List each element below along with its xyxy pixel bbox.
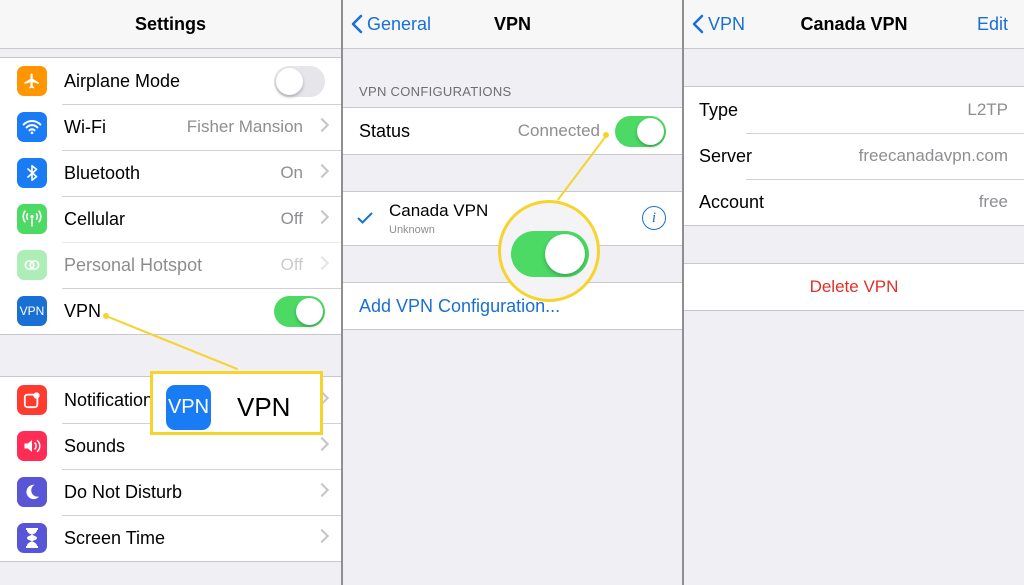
settings-item-cellular[interactable]: Cellular Off [0,196,341,242]
wifi-icon [17,112,47,142]
vpn-detail-panel: VPN Canada VPN Edit Type L2TP Server fre… [684,0,1024,585]
settings-item-wifi[interactable]: Wi-Fi Fisher Mansion [0,104,341,150]
status-value: Connected [517,121,600,140]
cellular-value: Off [280,209,303,228]
vpn-config-name: Canada VPN [389,201,489,220]
delete-vpn-group: Delete VPN [684,263,1024,311]
callout-vpn-label: VPN [237,392,291,422]
detail-label: Type [699,100,739,120]
edit-button[interactable]: Edit [977,0,1008,48]
vpn-status-toggle[interactable] [615,116,666,147]
add-configuration-group: Add VPN Configuration... [343,282,682,330]
settings-item-label: Bluetooth [64,163,141,183]
vpn-panel: General VPN VPN CONFIGURATIONS Status Co… [343,0,682,585]
settings-group-connectivity: Airplane Mode Wi-Fi Fisher Mansion Bluet… [0,57,341,335]
notifications-icon [17,385,47,415]
bluetooth-value: On [280,163,303,182]
vpn-status-toggle-magnified [511,231,589,277]
sounds-icon [17,431,47,461]
vpn-icon: VPN [166,385,211,430]
settings-item-bluetooth[interactable]: Bluetooth On [0,150,341,196]
chevron-right-icon [314,255,330,271]
settings-item-label: Notifications [64,390,163,410]
delete-vpn-button[interactable]: Delete VPN [684,264,1024,310]
settings-item-label: Do Not Disturb [64,482,183,502]
vpn-detail-group: Type L2TP Server freecanadavpn.com Accou… [684,86,1024,226]
settings-panel: Settings Airplane Mode Wi-Fi Fisher Mans… [0,0,341,585]
callout-toggle-zoom [498,200,600,302]
section-header: VPN CONFIGURATIONS [359,84,512,99]
settings-item-label: Cellular [64,209,126,229]
page-title: Settings [134,14,206,34]
page-title: Canada VPN [800,14,908,34]
settings-item-label: Airplane Mode [64,71,181,91]
settings-navbar: Settings [0,0,341,49]
chevron-right-icon [314,163,330,179]
airplane-icon [17,66,47,96]
detail-label: Server [699,146,753,166]
vpn-icon: VPN [17,296,47,326]
hourglass-icon [17,523,47,553]
settings-item-label: VPN [64,301,102,321]
detail-value: free [978,192,1008,211]
checkmark-icon [357,212,373,224]
wifi-network-value: Fisher Mansion [186,117,303,136]
settings-item-label: Sounds [64,436,126,456]
settings-item-do-not-disturb[interactable]: Do Not Disturb [0,469,341,515]
chevron-right-icon [314,482,330,498]
hotspot-icon [17,250,47,280]
settings-item-label: Screen Time [64,528,166,548]
vpn-navbar: General VPN [343,0,682,49]
chevron-right-icon [314,117,330,133]
settings-item-label: Personal Hotspot [64,255,203,275]
vpn-status-row: Status Connected [343,108,682,154]
cellular-icon [17,204,47,234]
settings-item-label: Wi-Fi [64,117,106,137]
status-label: Status [359,121,411,141]
settings-item-personal-hotspot[interactable]: Personal Hotspot Off [0,242,341,288]
chevron-right-icon [314,436,330,452]
vpn-status-group: Status Connected [343,107,682,155]
delete-vpn-row[interactable]: Delete VPN [684,264,1024,310]
detail-row-account: Account free [684,179,1024,225]
detail-value: L2TP [967,100,1008,119]
settings-item-screen-time[interactable]: Screen Time [0,515,341,561]
detail-value: freecanadavpn.com [858,146,1008,165]
chevron-right-icon [314,528,330,544]
page-title: VPN [493,14,531,34]
airplane-mode-toggle[interactable] [274,66,325,97]
chevron-right-icon [314,209,330,225]
moon-icon [17,477,47,507]
add-vpn-configuration-row[interactable]: Add VPN Configuration... [343,283,682,329]
vpn-toggle[interactable] [274,296,325,327]
detail-row-type: Type L2TP [684,87,1024,133]
settings-item-vpn[interactable]: VPN VPN [0,288,341,334]
settings-item-airplane-mode[interactable]: Airplane Mode [0,58,341,104]
vpn-detail-navbar: VPN Canada VPN Edit [684,0,1024,49]
info-icon[interactable]: i [642,206,666,230]
detail-label: Account [699,192,765,212]
detail-row-server: Server freecanadavpn.com [684,133,1024,179]
hotspot-value: Off [280,255,303,274]
vpn-config-status: Unknown [389,224,435,236]
callout-vpn-zoom: VPN VPN [150,371,323,435]
bluetooth-icon [17,158,47,188]
